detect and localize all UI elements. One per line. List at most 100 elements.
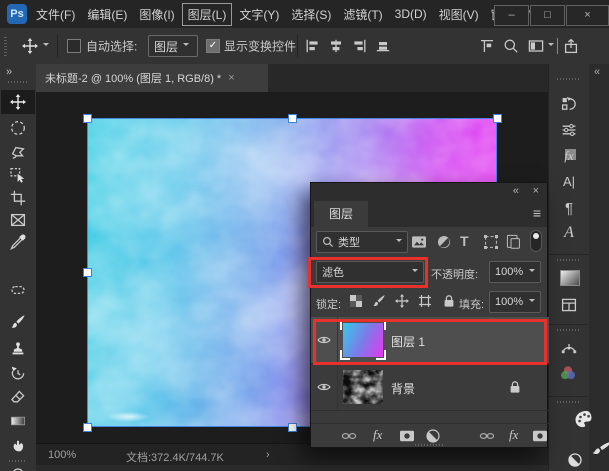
lasso-icon[interactable] [10, 144, 26, 160]
layer-styles-icon[interactable]: fx [549, 148, 589, 164]
panel-grip[interactable] [4, 36, 7, 56]
healing-icon[interactable] [10, 282, 26, 298]
maximize-button[interactable]: □ [530, 5, 565, 26]
panel-grip[interactable] [557, 329, 581, 331]
layer-mask-icon[interactable] [532, 428, 548, 444]
transform-handle-bottom-left[interactable] [83, 423, 92, 432]
lock-all-icon[interactable] [442, 294, 456, 308]
pin-icon[interactable] [479, 38, 495, 54]
adjustment-filter-icon[interactable] [436, 234, 452, 250]
properties-icon[interactable] [561, 122, 577, 138]
align-bottom-icon[interactable] [375, 38, 391, 54]
lock-transparency-icon[interactable] [349, 294, 363, 308]
chevron-down-icon[interactable] [43, 43, 49, 49]
panel-grip[interactable] [557, 259, 581, 261]
transform-handle-middle-left[interactable] [83, 268, 92, 277]
menu-image[interactable]: 图像(I) [134, 4, 179, 25]
panel-menu-icon[interactable]: ≡ [533, 205, 541, 221]
layer-thumbnail[interactable] [340, 320, 386, 360]
minimize-button[interactable]: – [494, 5, 529, 26]
eye-icon[interactable] [317, 335, 331, 345]
smudge-icon[interactable] [10, 437, 26, 453]
lock-icon[interactable] [509, 380, 521, 394]
share-icon[interactable] [563, 38, 579, 54]
menu-select[interactable]: 选择(S) [286, 4, 336, 25]
paragraph-panel-icon[interactable]: ¶ [549, 200, 589, 217]
close-tab-icon[interactable]: × [228, 72, 234, 84]
menu-view[interactable]: 视图(V) [434, 4, 484, 25]
show-transform-checkbox[interactable]: ✓ [206, 39, 220, 53]
eraser-icon[interactable] [10, 389, 26, 405]
pen-path-icon[interactable] [561, 341, 577, 357]
menu-3d[interactable]: 3D(D) [390, 5, 432, 23]
menu-type[interactable]: 文字(Y) [234, 4, 284, 25]
auto-select-target-dropdown[interactable]: 图层 [148, 35, 198, 57]
adjustment-layer-icon[interactable] [425, 428, 441, 444]
lock-position-icon[interactable] [395, 294, 409, 308]
menu-layer[interactable]: 图层(L) [181, 2, 233, 26]
object-selection-icon[interactable] [10, 167, 26, 183]
picture-filter-icon[interactable] [411, 234, 427, 250]
layer-mask-icon[interactable] [399, 428, 415, 444]
patterns-panel-icon[interactable] [561, 297, 577, 313]
layer-style-icon[interactable]: fx [373, 427, 382, 443]
panel-resize-grip[interactable] [415, 444, 445, 446]
transform-handle-top-center[interactable] [288, 114, 297, 123]
ellipse-marquee-icon[interactable] [10, 120, 26, 136]
layer-name[interactable]: 背景 [391, 380, 415, 397]
eye-icon[interactable] [317, 382, 331, 392]
panel-grip[interactable] [557, 401, 581, 403]
brush-panel-icon[interactable] [590, 436, 609, 460]
collapse-panel-icon[interactable]: « [513, 185, 519, 197]
magnifier-icon[interactable] [503, 38, 519, 54]
collapse-dock-icon[interactable]: « [594, 66, 600, 78]
filter-type-dropdown[interactable]: 类型 [316, 231, 408, 253]
layer-name[interactable]: 图层 1 [391, 333, 425, 350]
panel-grip[interactable] [8, 81, 28, 83]
glyphs-panel-icon[interactable]: A [549, 224, 589, 242]
brush-icon[interactable] [10, 314, 26, 330]
menu-filter[interactable]: 滤镜(T) [338, 4, 387, 25]
palette-icon[interactable] [573, 408, 597, 432]
clone-stamp-icon[interactable] [10, 340, 26, 356]
layer-row-layer1[interactable]: 图层 1 [311, 317, 549, 364]
blend-mode-dropdown[interactable]: 滤色 [316, 261, 424, 283]
align-right-icon[interactable] [351, 38, 367, 54]
type-filter-icon[interactable]: T [460, 233, 476, 249]
panel-grip[interactable] [9, 460, 27, 462]
expand-toolbar-icon[interactable]: » [6, 66, 12, 78]
transform-handle-top-right[interactable] [493, 114, 502, 123]
transform-handle-bottom-center[interactable] [288, 423, 297, 432]
lock-pixels-brush-icon[interactable] [372, 294, 386, 308]
history-brush-icon[interactable] [10, 365, 26, 381]
adjustments-icon[interactable] [567, 452, 583, 468]
eyedropper-icon[interactable] [10, 234, 26, 250]
color-wheel-icon[interactable] [560, 365, 576, 381]
fill-dropdown[interactable]: 100% [489, 291, 541, 313]
close-button[interactable]: × [566, 5, 609, 26]
smart-object-filter-icon[interactable] [505, 234, 521, 250]
layer-row-background[interactable]: 背景 [311, 364, 549, 411]
shape-filter-icon[interactable] [483, 234, 499, 250]
panel-toggle-icon[interactable] [528, 38, 544, 54]
layer-style-icon[interactable]: fx [509, 427, 518, 443]
menu-file[interactable]: 文件(F) [31, 4, 80, 25]
layer-thumbnail[interactable] [343, 370, 383, 404]
history-panel-icon[interactable] [561, 96, 577, 112]
zoom-level-field[interactable]: 100% [48, 449, 76, 461]
character-panel-icon[interactable]: A| [549, 174, 589, 189]
gradients-panel-icon[interactable] [560, 270, 580, 286]
filter-toggle[interactable] [530, 230, 542, 252]
auto-select-checkbox[interactable] [67, 39, 81, 53]
document-tab[interactable]: 未标题-2 @ 100% (图层 1, RGB/8) * × [36, 64, 268, 92]
menu-edit[interactable]: 编辑(E) [82, 4, 132, 25]
close-panel-icon[interactable]: × [533, 185, 539, 197]
chevron-down-icon[interactable] [548, 43, 554, 49]
opacity-dropdown[interactable]: 100% [489, 261, 541, 283]
transform-handle-top-left[interactable] [83, 114, 92, 123]
panel-grip[interactable] [557, 78, 581, 80]
move-tool-icon[interactable] [10, 94, 26, 110]
align-left-icon[interactable] [305, 38, 321, 54]
chain-link-icon[interactable] [341, 428, 357, 444]
tab-layers[interactable]: 图层 [314, 201, 368, 227]
